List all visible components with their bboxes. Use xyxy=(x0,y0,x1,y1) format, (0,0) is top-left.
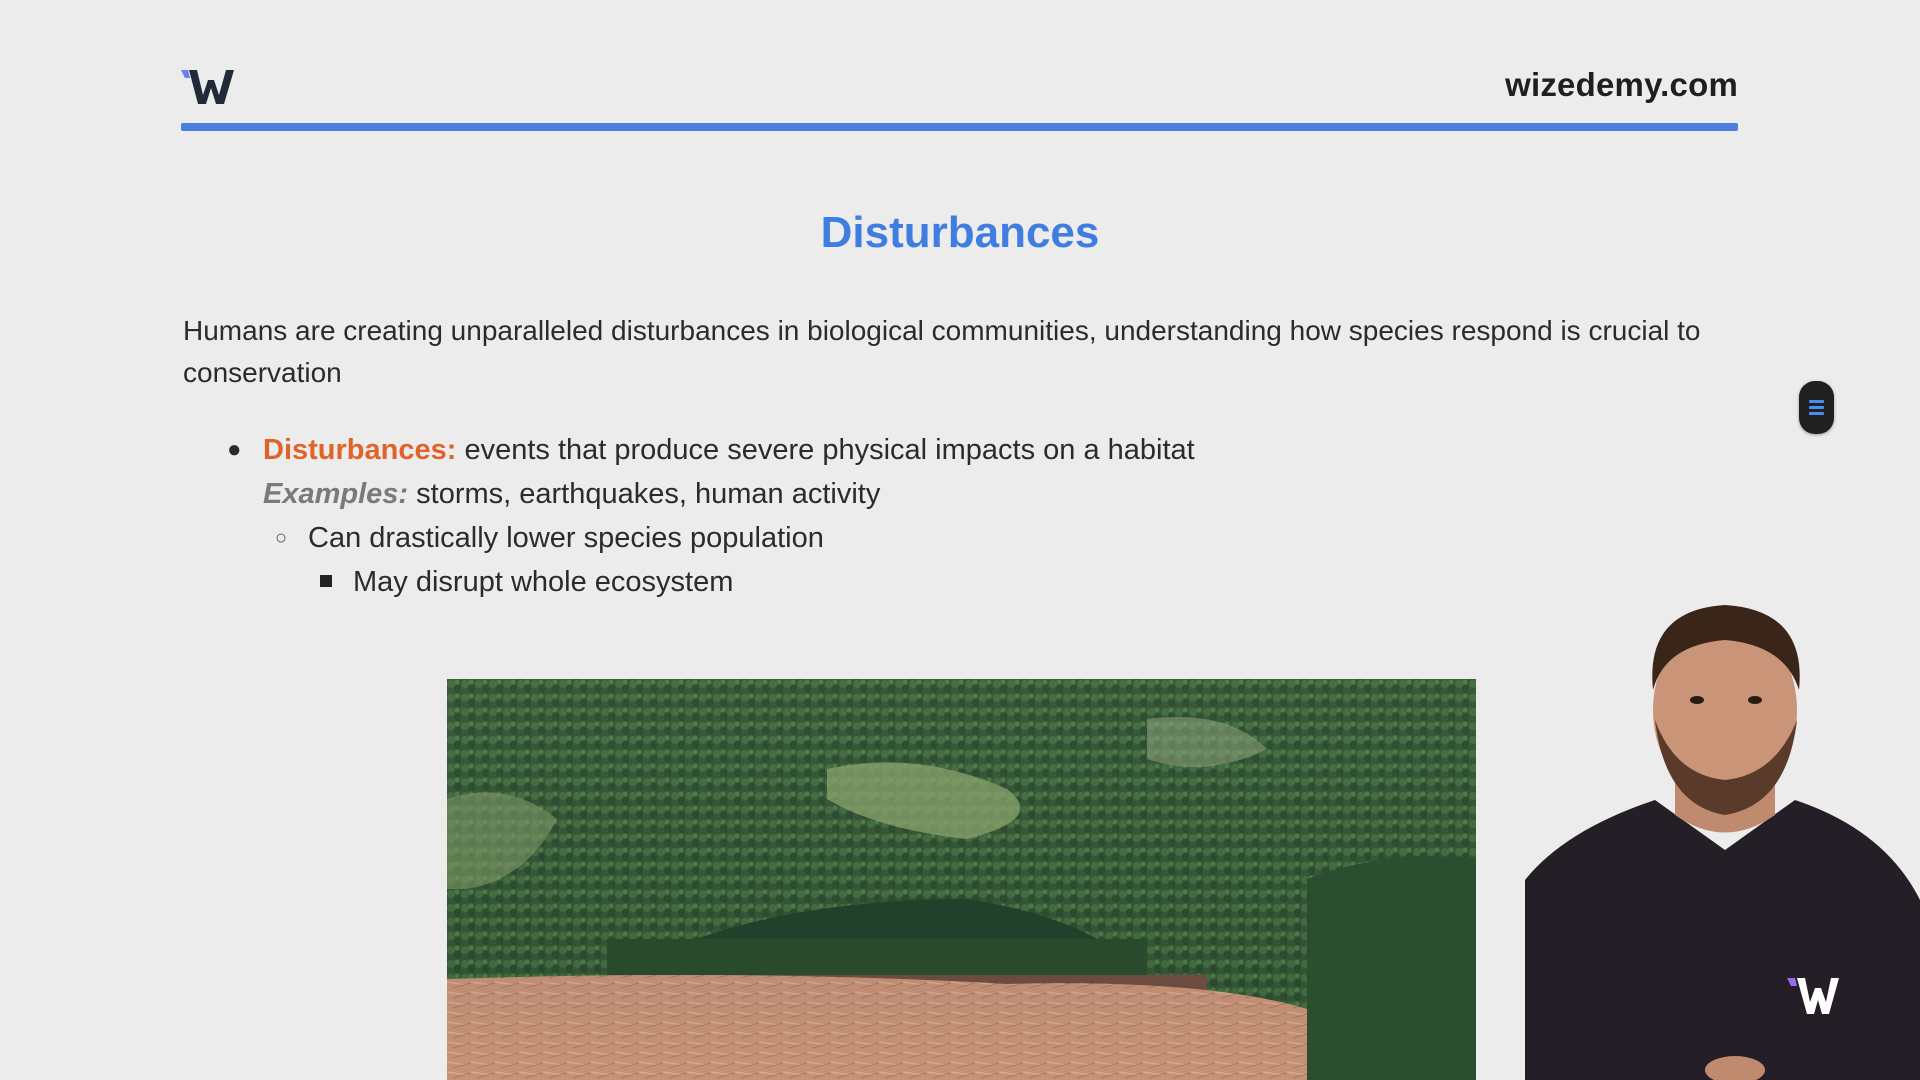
bullet-square-icon xyxy=(320,560,332,604)
examples-text: storms, earthquakes, human activity xyxy=(408,478,881,510)
sub-sub-bullet-item: May disrupt whole ecosystem xyxy=(183,560,1683,604)
site-url: wizedemy.com xyxy=(1505,66,1738,103)
header-divider xyxy=(181,123,1738,131)
sub-bullet-text: Can drastically lower species population xyxy=(308,522,824,554)
bullet-list: ● Disturbances: events that produce seve… xyxy=(183,428,1683,604)
presenter-video xyxy=(1525,605,1920,1080)
sub-bullet-item: ○ Can drastically lower species populati… xyxy=(183,516,1683,560)
sub-sub-bullet-text: May disrupt whole ecosystem xyxy=(353,566,734,598)
clearcut-forest-photo xyxy=(447,679,1476,1080)
slide-title: Disturbances xyxy=(820,208,1100,257)
bullet-term: Disturbances: xyxy=(263,434,457,466)
bullet-disc-icon: ● xyxy=(227,436,242,463)
bullet-definition: events that produce severe physical impa… xyxy=(456,434,1195,466)
intro-paragraph: Humans are creating unparalleled disturb… xyxy=(183,315,1701,388)
bullet-circle-icon: ○ xyxy=(275,527,288,549)
examples-label: Examples: xyxy=(263,478,409,510)
menu-lines-icon[interactable] xyxy=(1799,381,1834,434)
bullet-item-disturbances: ● Disturbances: events that produce seve… xyxy=(183,428,1683,472)
bullet-item-examples: Examples: storms, earthquakes, human act… xyxy=(183,472,1683,516)
wizedemy-logo-icon[interactable] xyxy=(181,68,237,106)
